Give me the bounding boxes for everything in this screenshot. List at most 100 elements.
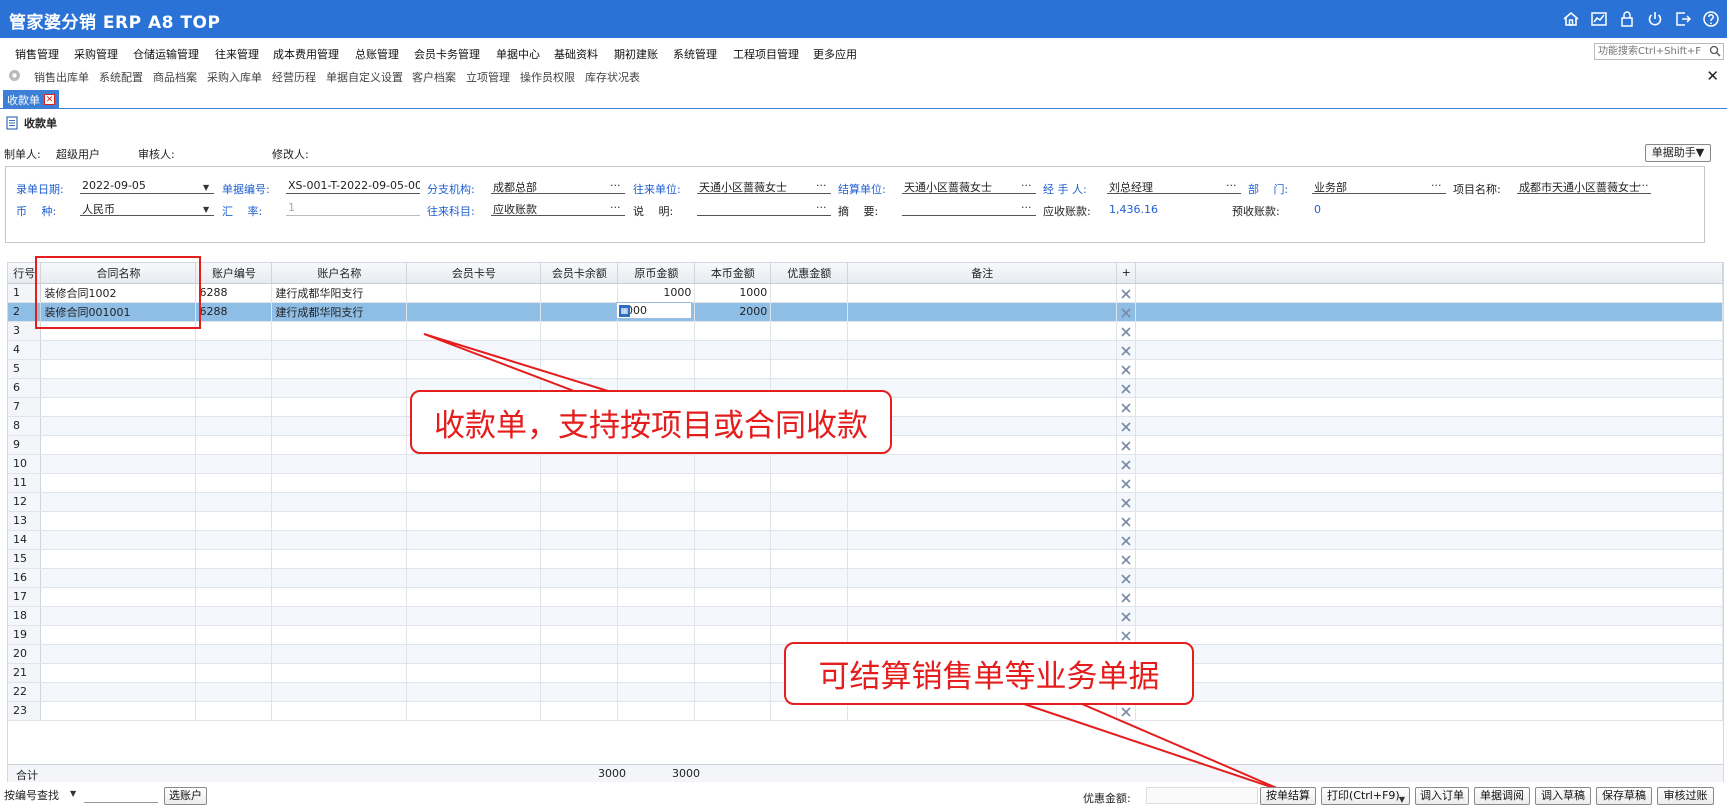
table-row[interactable]: 1 装修合同1002 6288 建行成都华阳支行 1000 1000 [8, 283, 1723, 303]
cell-card-balance[interactable] [540, 587, 619, 607]
row-tools-icon[interactable] [1116, 378, 1137, 398]
menu-system[interactable]: 系统管理 [673, 46, 717, 62]
cell-remark[interactable] [847, 568, 1118, 588]
cell-account-name[interactable] [271, 359, 408, 379]
row-tools-icon[interactable] [1116, 416, 1137, 436]
cell-account-no[interactable] [195, 549, 273, 569]
cell-card-no[interactable] [406, 473, 542, 493]
cell-account-no[interactable] [195, 511, 273, 531]
function-search-input[interactable] [1595, 44, 1705, 59]
cell-account-name[interactable] [271, 663, 408, 683]
menu-project[interactable]: 工程项目管理 [733, 46, 799, 62]
cell-orig-amount[interactable] [617, 568, 696, 588]
handler-more-button[interactable]: ··· [1226, 179, 1237, 192]
cell-card-balance[interactable] [540, 321, 619, 341]
cell-account-no[interactable] [195, 682, 273, 702]
cell-orig-amount[interactable] [617, 625, 696, 645]
cell-local-amount[interactable] [694, 587, 772, 607]
row-tools-icon[interactable] [1116, 530, 1137, 550]
col-header-orig-amount[interactable]: 原币金额 [617, 263, 696, 284]
cell-discount[interactable] [770, 473, 849, 493]
cell-account-no[interactable] [195, 454, 273, 474]
cell-discount[interactable] [770, 283, 849, 303]
cell-card-no[interactable] [406, 302, 542, 322]
cell-discount[interactable] [770, 454, 849, 474]
cell-remark[interactable] [847, 530, 1118, 550]
col-header-account-no[interactable]: 账户编号 [195, 263, 273, 284]
cell-account-no[interactable] [195, 340, 273, 360]
cell-card-balance[interactable] [540, 530, 619, 550]
table-row[interactable]: 16 [8, 568, 1723, 588]
cell-discount[interactable] [770, 568, 849, 588]
calculator-icon[interactable]: ▦ [619, 305, 630, 317]
cell-card-no[interactable] [406, 283, 542, 303]
cell-local-amount[interactable] [694, 359, 772, 379]
menu-opening[interactable]: 期初建账 [614, 46, 658, 62]
cell-contract[interactable] [40, 321, 197, 341]
cell-card-no[interactable] [406, 549, 542, 569]
settle-more-button[interactable]: ··· [1021, 179, 1032, 192]
row-tools-icon[interactable] [1116, 340, 1137, 360]
cell-orig-amount[interactable] [617, 340, 696, 360]
cell-orig-amount[interactable] [617, 321, 696, 341]
cell-orig-amount[interactable] [617, 663, 696, 683]
cell-account-no[interactable] [195, 530, 273, 550]
import-order-button[interactable]: 调入订单 [1415, 787, 1469, 805]
cell-account-name[interactable] [271, 397, 408, 417]
doc-helper-button[interactable]: 单据助手▼ [1645, 144, 1711, 162]
cell-card-no[interactable] [406, 511, 542, 531]
cell-card-balance[interactable] [540, 549, 619, 569]
tab-receipt[interactable]: 收款单 ✕ [3, 90, 59, 109]
cell-local-amount[interactable] [694, 644, 772, 664]
row-tools-icon[interactable] [1116, 435, 1137, 455]
cell-account-name[interactable] [271, 587, 408, 607]
cell-account-no[interactable] [195, 663, 273, 683]
cell-orig-amount[interactable] [617, 530, 696, 550]
quick-link-sales-out[interactable]: 销售出库单 [34, 69, 89, 85]
cell-contract[interactable] [40, 511, 197, 531]
cell-discount[interactable] [770, 359, 849, 379]
cell-card-no[interactable] [406, 492, 542, 512]
date-field[interactable]: 2022-09-05 [80, 179, 214, 194]
col-header-local-amount[interactable]: 本币金额 [694, 263, 772, 284]
tab-close-icon[interactable]: ✕ [44, 94, 55, 105]
table-row[interactable]: 2装修合同0010016288建行成都华阳支行20002000 [8, 302, 1723, 322]
cell-account-no[interactable] [195, 416, 273, 436]
cell-contract[interactable] [40, 663, 197, 683]
search-code-input[interactable] [84, 786, 158, 803]
col-header-account-name[interactable]: 账户名称 [271, 263, 408, 284]
cell-orig-amount[interactable]: 1000 [617, 283, 696, 303]
logout-icon[interactable] [1673, 9, 1693, 29]
gear-icon[interactable] [8, 69, 21, 85]
cell-orig-amount[interactable] [617, 454, 696, 474]
cell-contract[interactable] [40, 606, 197, 626]
cell-contract[interactable] [40, 568, 197, 588]
dept-field[interactable]: 业务部 [1312, 179, 1446, 194]
project-field[interactable]: 成都市天通小区蔷薇女士 [1517, 179, 1651, 194]
cell-card-balance[interactable] [540, 663, 619, 683]
col-header-contract[interactable]: 合同名称 [40, 263, 197, 284]
cell-local-amount[interactable] [694, 663, 772, 683]
col-header-card-balance[interactable]: 会员卡余额 [540, 263, 619, 284]
row-tools-icon[interactable] [1116, 397, 1137, 417]
cell-account-name[interactable] [271, 682, 408, 702]
menu-member[interactable]: 会员卡务管理 [414, 46, 480, 62]
cell-card-no[interactable] [406, 606, 542, 626]
table-row[interactable]: 4 [8, 340, 1723, 360]
cell-card-no[interactable] [406, 644, 542, 664]
cell-local-amount[interactable]: 2000 [694, 302, 772, 322]
quick-link-product[interactable]: 商品档案 [153, 69, 197, 85]
cell-local-amount[interactable] [694, 473, 772, 493]
cell-contract[interactable] [40, 549, 197, 569]
cell-account-no[interactable] [195, 378, 273, 398]
menu-basic-data[interactable]: 基础资料 [554, 46, 598, 62]
branch-field[interactable]: 成都总部 [491, 179, 625, 194]
col-header-remark[interactable]: 备注 [847, 263, 1118, 284]
cell-remark[interactable] [847, 587, 1118, 607]
home-icon[interactable] [1561, 9, 1581, 29]
chevron-down-icon[interactable]: ▼ [70, 789, 76, 798]
row-tools-icon[interactable] [1116, 473, 1137, 493]
cell-local-amount[interactable] [694, 549, 772, 569]
cell-account-name[interactable] [271, 625, 408, 645]
cell-contract[interactable] [40, 625, 197, 645]
